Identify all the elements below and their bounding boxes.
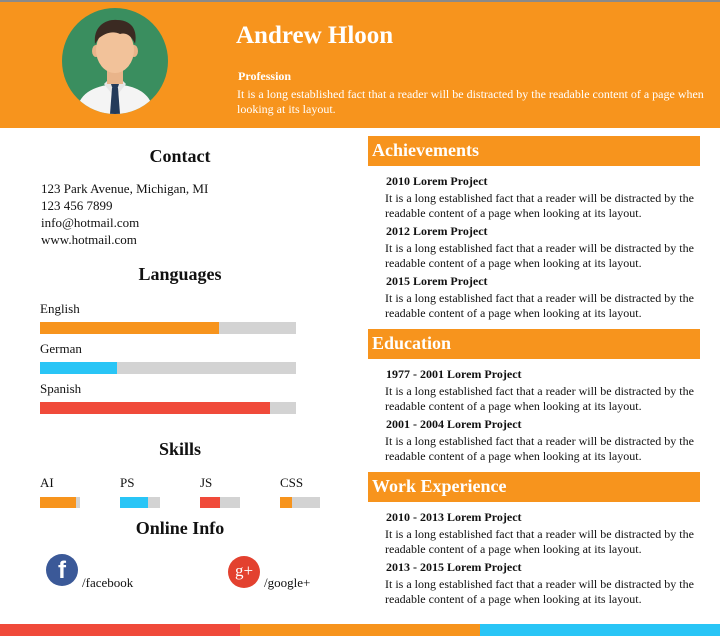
skill-bar bbox=[200, 497, 240, 508]
profession-description: It is a long established fact that a rea… bbox=[237, 87, 704, 116]
contact-email: info@hotmail.com bbox=[41, 215, 140, 230]
achievement-title: 2010 Lorem Project bbox=[386, 174, 488, 188]
work-title: 2013 - 2015 Lorem Project bbox=[386, 560, 522, 574]
skill-label: JS bbox=[200, 475, 213, 490]
achievements-heading: Achievements bbox=[368, 136, 700, 166]
contact-website: www.hotmail.com bbox=[41, 232, 137, 247]
contact-heading: Contact bbox=[149, 146, 211, 166]
footer-bar-red bbox=[0, 624, 240, 636]
language-bar-fill bbox=[40, 362, 117, 374]
footer-bar-orange bbox=[240, 624, 480, 636]
skill-bar bbox=[40, 497, 80, 508]
achievement-title: 2012 Lorem Project bbox=[386, 224, 488, 238]
candidate-name: Andrew Hloon bbox=[236, 22, 394, 49]
contact-address: 123 Park Avenue, Michigan, MI bbox=[41, 181, 209, 196]
achievement-title: 2015 Lorem Project bbox=[386, 274, 488, 288]
skill-bar-fill bbox=[200, 497, 220, 508]
achievement-description: It is a long established fact that a rea… bbox=[385, 291, 694, 320]
skill-label: CSS bbox=[280, 475, 304, 490]
work-description: It is a long established fact that a rea… bbox=[385, 577, 694, 606]
contact-phone: 123 456 7899 bbox=[41, 198, 113, 213]
skill-bar bbox=[280, 497, 320, 508]
languages-heading: Languages bbox=[138, 264, 222, 284]
facebook-icon[interactable]: f bbox=[46, 554, 78, 586]
work-experience-heading: Work Experience bbox=[368, 472, 700, 502]
skill-label: PS bbox=[120, 475, 135, 490]
language-bar-fill bbox=[40, 402, 271, 414]
avatar-illustration bbox=[76, 19, 154, 114]
language-bar bbox=[40, 402, 296, 414]
language-bar bbox=[40, 362, 296, 374]
language-label: English bbox=[40, 301, 80, 316]
skill-bar bbox=[120, 497, 160, 508]
resume-header: Andrew Hloon Profession It is a long est… bbox=[0, 2, 720, 128]
facebook-link[interactable]: /facebook bbox=[82, 575, 133, 591]
google-plus-glyph: g+ bbox=[234, 561, 254, 580]
education-title: 1977 - 2001 Lorem Project bbox=[386, 367, 522, 381]
achievement-description: It is a long established fact that a rea… bbox=[385, 191, 694, 220]
google-plus-icon[interactable]: g+ bbox=[228, 556, 260, 588]
language-bar bbox=[40, 322, 296, 334]
language-bar-fill bbox=[40, 322, 220, 334]
education-description: It is a long established fact that a rea… bbox=[385, 384, 694, 413]
work-title: 2010 - 2013 Lorem Project bbox=[386, 510, 522, 524]
skill-label: AI bbox=[40, 475, 54, 490]
achievement-description: It is a long established fact that a rea… bbox=[385, 241, 694, 270]
skill-bar-fill bbox=[40, 497, 76, 508]
google-plus-link[interactable]: /google+ bbox=[264, 575, 310, 591]
avatar bbox=[62, 8, 168, 114]
education-description: It is a long established fact that a rea… bbox=[385, 434, 694, 463]
education-title: 2001 - 2004 Lorem Project bbox=[386, 417, 522, 431]
footer-bar-blue bbox=[480, 624, 720, 636]
online-info-heading: Online Info bbox=[135, 518, 225, 538]
work-description: It is a long established fact that a rea… bbox=[385, 527, 694, 556]
skill-bar-fill bbox=[120, 497, 148, 508]
education-heading: Education bbox=[368, 329, 700, 359]
language-label: German bbox=[40, 341, 82, 356]
facebook-glyph: f bbox=[58, 557, 66, 584]
skills-heading: Skills bbox=[158, 439, 202, 459]
skill-bar-fill bbox=[280, 497, 292, 508]
language-label: Spanish bbox=[40, 381, 82, 396]
profession-label: Profession bbox=[238, 69, 292, 83]
